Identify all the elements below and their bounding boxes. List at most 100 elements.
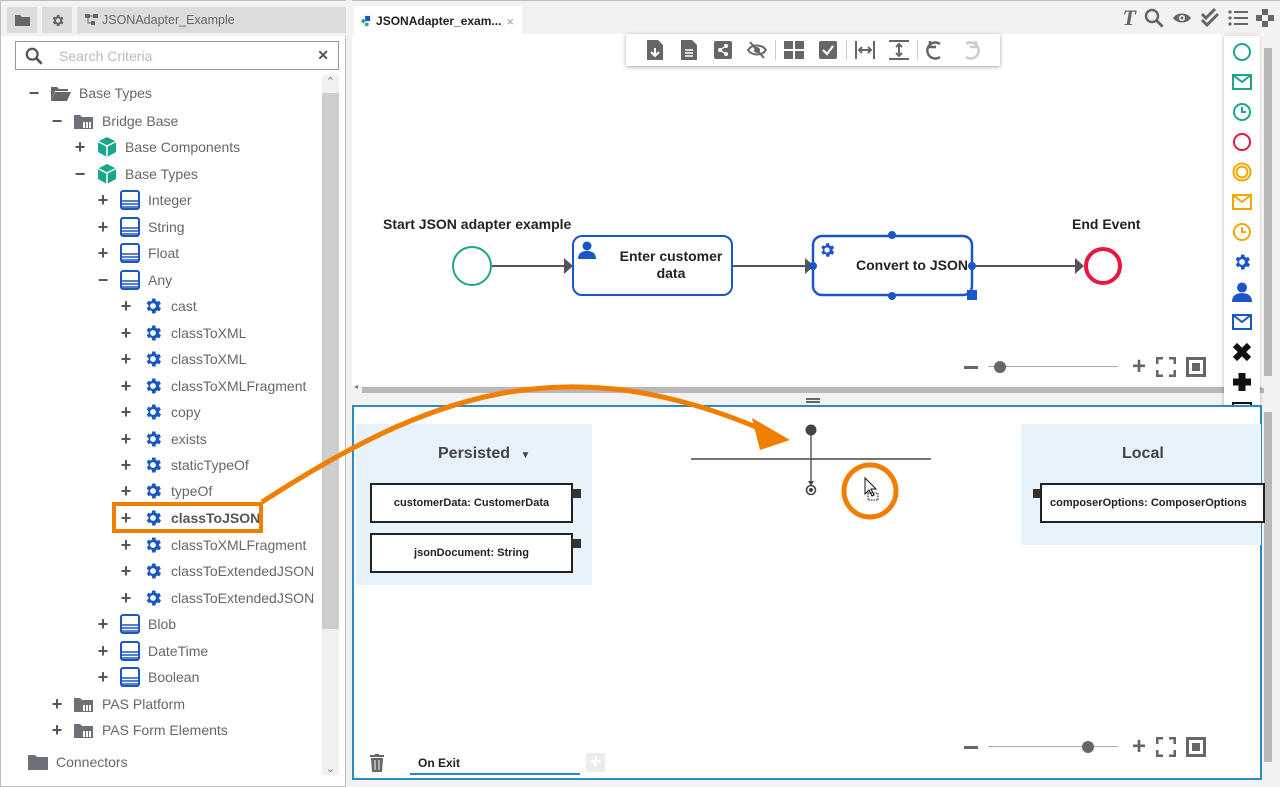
palette-exclusive-gateway[interactable] [1230,340,1254,364]
tree-item[interactable]: + Blob [96,612,176,636]
top-canvas-vscrollbar[interactable] [1262,36,1274,388]
tree-item[interactable]: + String [96,215,185,239]
fullscreen-icon[interactable] [1156,357,1177,377]
expand-icon[interactable]: + [119,350,133,368]
tree-item[interactable]: + Integer [96,188,192,212]
add-tab-button[interactable]: + [586,752,605,772]
expand-icon[interactable]: + [96,668,110,686]
search-icon[interactable] [1144,8,1164,28]
palette-service-task[interactable] [1230,250,1254,274]
activity-canvas[interactable]: Persisted ▼ customerData: CustomerData j… [352,405,1265,780]
expand-icon[interactable]: + [119,456,133,474]
tree-item[interactable]: + classToExtendedJSON [119,559,314,583]
tree-item[interactable]: + staticTypeOf [119,453,249,477]
expand-icon[interactable]: + [119,297,133,315]
expand-icon[interactable]: + [96,615,110,633]
expand-icon[interactable]: + [119,562,133,580]
tab-on-exit[interactable]: On Exit [410,753,580,775]
tree-item[interactable]: + classToXMLFragment [119,374,307,398]
palette-end-event[interactable] [1230,130,1254,154]
fullscreen-icon[interactable] [1156,737,1177,757]
process-canvas[interactable]: Start JSON adapter example Enter custome… [352,34,1264,386]
expand-icon[interactable]: + [96,218,110,236]
tree-item[interactable]: + exists [119,427,207,451]
tree-item[interactable]: + Float [96,241,179,265]
expand-icon[interactable]: + [119,324,133,342]
eye-icon[interactable] [1172,10,1192,26]
expand-icon[interactable]: + [119,430,133,448]
fit-view-icon[interactable] [1186,737,1207,757]
tree-item[interactable]: + classToXMLFragment [119,533,307,557]
expand-icon[interactable]: + [119,377,133,395]
palette-start-event[interactable] [1230,40,1254,64]
palette-parallel-gateway[interactable] [1230,370,1254,394]
collapse-icon[interactable]: − [96,271,110,289]
expand-icon[interactable]: + [73,138,87,156]
bottom-canvas-vscrollbar[interactable] [1262,402,1274,780]
expand-icon[interactable]: + [119,536,133,554]
close-tab-button[interactable]: × [506,14,514,29]
layout-icon[interactable] [1256,9,1274,27]
project-tab[interactable]: JSONAdapter_Example [77,7,346,33]
palette-user-task[interactable] [1230,280,1254,304]
zoom-slider-knob[interactable] [1082,741,1095,753]
zoom-in-button[interactable]: + [1132,735,1146,759]
scrollbar-thumb[interactable] [1264,412,1272,762]
search-input[interactable]: Search Criteria [59,48,317,64]
clear-search-button[interactable]: ✕ [317,47,329,64]
trash-icon[interactable] [370,754,384,772]
list-icon[interactable] [1228,9,1248,27]
tree-item[interactable]: + cast [119,294,197,318]
expand-icon[interactable]: + [119,482,133,500]
tree-item[interactable]: + classToExtendedJSON [119,586,314,610]
zoom-out-button[interactable] [964,745,978,749]
expand-icon[interactable]: + [50,695,64,713]
expand-icon[interactable]: + [50,721,64,739]
collapse-icon[interactable]: − [73,165,87,183]
tree-item[interactable]: + PAS Form Elements [50,718,228,742]
zoom-slider[interactable] [988,360,1118,374]
editor-tab-jsonadapter[interactable]: JSONAdapter_exam... × [354,6,522,36]
scrollbar-thumb[interactable] [1264,48,1272,376]
tree-item[interactable]: − Bridge Base [50,109,179,133]
zoom-slider-knob[interactable] [993,361,1006,373]
tree-item[interactable]: − Base Types [73,162,198,186]
tree-item[interactable]: + classToXML [119,347,247,371]
expand-icon[interactable]: + [96,244,110,262]
tree-item[interactable]: + classToXML [119,321,247,345]
tree-scrollbar[interactable]: ⌃ ⌄ [322,75,339,775]
collapse-icon[interactable]: − [50,112,64,130]
scroll-down-arrow[interactable]: ⌄ [322,762,339,775]
canvas-horizontal-scrollbar[interactable]: ◂ [352,382,1264,394]
tree-item[interactable]: + DateTime [96,639,208,663]
collapse-icon[interactable]: − [27,84,41,102]
scroll-up-arrow[interactable]: ⌃ [322,75,339,88]
palette-send-task[interactable] [1230,310,1254,334]
palette-message-intermediate[interactable] [1230,190,1254,214]
scrollbar-thumb[interactable] [362,387,1264,393]
zoom-in-button[interactable]: + [1132,355,1146,379]
palette-timer-start[interactable] [1230,100,1254,124]
expand-icon[interactable]: + [119,589,133,607]
expand-icon[interactable]: + [119,403,133,421]
double-check-icon[interactable] [1200,8,1220,28]
tree-item[interactable]: − Any [96,268,172,292]
text-icon[interactable]: T [1123,5,1136,31]
tree-item[interactable]: + copy [119,400,201,424]
tree-item[interactable]: + PAS Platform [50,692,185,716]
palette-timer-intermediate[interactable] [1230,220,1254,244]
scrollbar-thumb[interactable] [322,93,339,629]
tree-item[interactable]: + Boolean [96,665,199,689]
tree-item[interactable]: + typeOf [119,479,213,503]
tree-item[interactable]: Connectors [27,750,128,774]
folder-tab[interactable] [7,7,37,33]
expand-icon[interactable]: + [96,642,110,660]
tree-item[interactable]: + Base Components [73,135,240,159]
zoom-slider[interactable] [988,740,1118,754]
palette-intermediate-event[interactable] [1230,160,1254,184]
zoom-out-button[interactable] [964,365,978,369]
settings-tab[interactable] [42,7,72,33]
scroll-left-arrow[interactable]: ◂ [354,382,358,391]
expand-icon[interactable]: + [96,191,110,209]
pane-resize-handle[interactable] [806,398,820,403]
